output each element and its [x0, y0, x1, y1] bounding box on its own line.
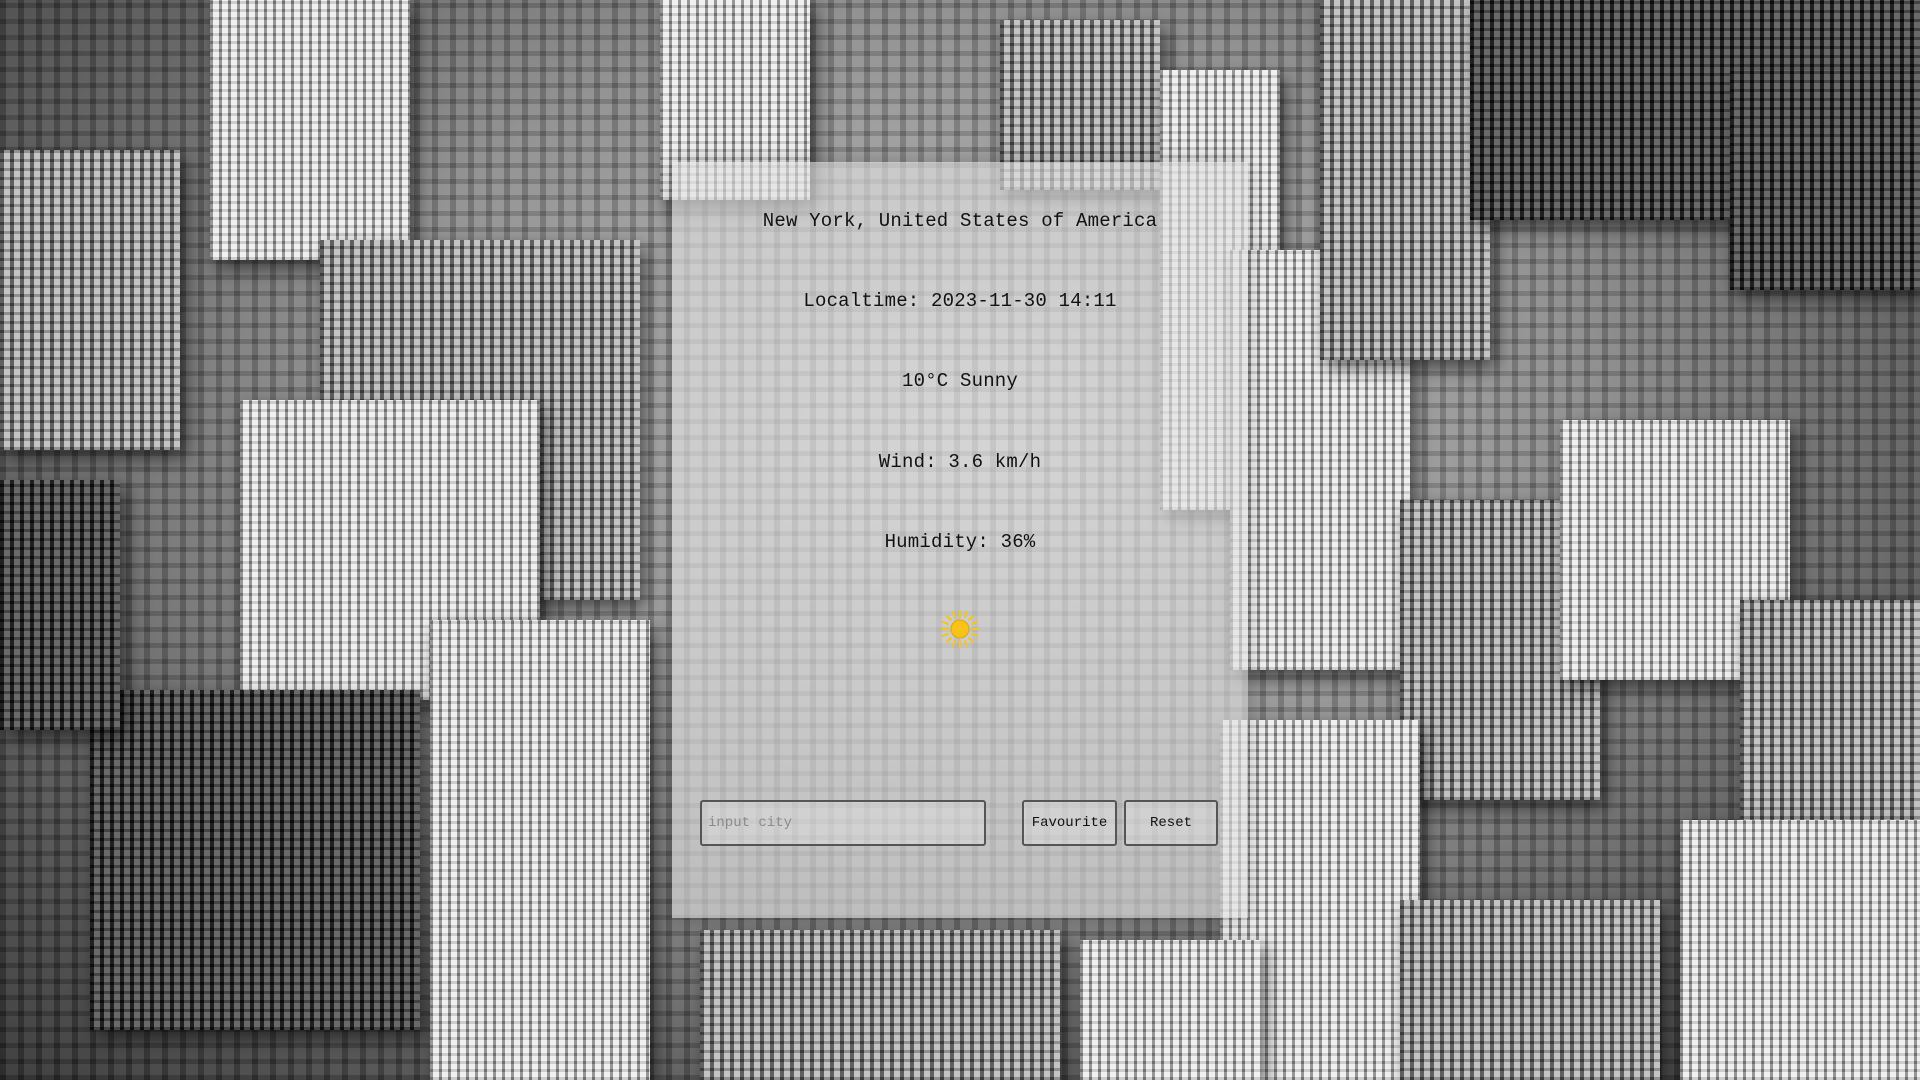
background-building	[90, 690, 420, 1030]
background-building	[1400, 900, 1660, 1080]
wind-text: Wind: 3.6 km/h	[878, 451, 1042, 473]
background-building	[0, 150, 180, 450]
reset-button[interactable]: Reset	[1124, 800, 1218, 846]
background-building	[0, 480, 120, 730]
background-building	[1080, 940, 1260, 1080]
temperature-condition-text: 10°C Sunny	[901, 370, 1019, 392]
background-building	[430, 620, 650, 1080]
background-building	[700, 930, 1060, 1080]
city-search-input[interactable]	[700, 800, 986, 846]
weather-panel: New York, United States of America Local…	[672, 162, 1248, 918]
favourite-button[interactable]: Favourite	[1022, 800, 1117, 846]
background-building	[1680, 820, 1920, 1080]
localtime-text: Localtime: 2023-11-30 14:11	[803, 290, 1117, 312]
background-building	[1730, 70, 1920, 290]
sun-icon	[940, 609, 980, 649]
background-building	[210, 0, 410, 260]
background-building	[1320, 0, 1490, 360]
humidity-text: Humidity: 36%	[884, 531, 1036, 553]
location-text: New York, United States of America	[762, 210, 1158, 232]
